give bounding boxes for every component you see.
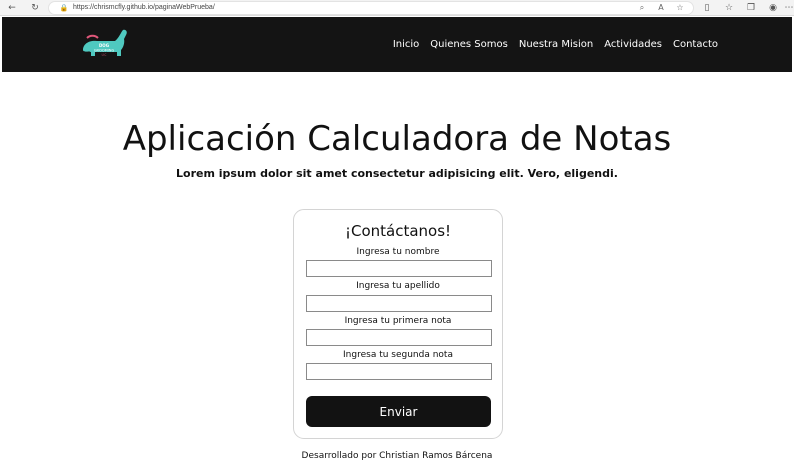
contact-form-card: ¡Contáctanos! Ingresa tu nombre Ingresa … xyxy=(293,209,503,439)
split-screen-icon[interactable]: ▯ xyxy=(701,2,713,14)
apellido-input[interactable] xyxy=(306,295,492,312)
address-bar[interactable]: 🔒 https://chrismcfly.github.io/paginaWeb… xyxy=(48,1,694,15)
nav-item-contacto[interactable]: Contacto xyxy=(673,39,718,50)
dog-grooming-logo[interactable]: DOG GROOMING LLC xyxy=(79,26,129,60)
read-aloud-icon[interactable]: A xyxy=(656,3,666,13)
svg-text:GROOMING: GROOMING xyxy=(94,49,115,53)
refresh-icon[interactable]: ↻ xyxy=(29,2,41,14)
primera-nota-input[interactable] xyxy=(306,329,492,346)
segunda-nota-input[interactable] xyxy=(306,363,492,380)
svg-text:DOG: DOG xyxy=(99,43,109,48)
site-navbar: DOG GROOMING LLC Inicio Quienes Somos Nu… xyxy=(2,17,792,72)
form-title: ¡Contáctanos! xyxy=(344,222,452,240)
nav-item-nuestra-mision[interactable]: Nuestra Mision xyxy=(519,39,593,50)
primera-nota-label: Ingresa tu primera nota xyxy=(344,316,452,326)
footer-credit: Desarrollado por Christian Ramos Bárcena xyxy=(301,451,493,461)
url-text[interactable]: https://chrismcfly.github.io/paginaWebPr… xyxy=(73,2,215,14)
nav-item-quienes-somos[interactable]: Quienes Somos xyxy=(430,39,508,50)
enviar-button[interactable]: Enviar xyxy=(306,396,491,427)
lock-icon[interactable]: 🔒 xyxy=(59,3,69,13)
profile-icon[interactable]: ◉ xyxy=(767,2,779,14)
favorites-icon[interactable]: ☆ xyxy=(723,2,735,14)
nav-links: Inicio Quienes Somos Nuestra Mision Acti… xyxy=(393,17,718,72)
star-icon[interactable]: ☆ xyxy=(675,3,685,13)
main-content: Aplicación Calculadora de Notas Lorem ip… xyxy=(2,72,792,474)
segunda-nota-label: Ingresa tu segunda nota xyxy=(343,350,453,360)
browser-toolbar: ← ↻ 🔒 https://chrismcfly.github.io/pagin… xyxy=(0,0,794,16)
svg-text:LLC: LLC xyxy=(102,53,107,57)
arrow-left-icon[interactable]: ← xyxy=(6,2,18,14)
page-subtitle: Lorem ipsum dolor sit amet consectetur a… xyxy=(176,167,618,180)
zoom-icon[interactable]: ⌕ xyxy=(637,3,647,13)
nombre-input[interactable] xyxy=(306,260,492,277)
nav-item-inicio[interactable]: Inicio xyxy=(393,39,419,50)
more-icon[interactable]: ⋯ xyxy=(784,2,794,14)
page-title: Aplicación Calculadora de Notas xyxy=(122,119,672,159)
collections-icon[interactable]: ❐ xyxy=(745,2,757,14)
apellido-label: Ingresa tu apellido xyxy=(356,281,440,291)
nav-item-actividades[interactable]: Actividades xyxy=(604,39,662,50)
nombre-label: Ingresa tu nombre xyxy=(356,247,440,257)
